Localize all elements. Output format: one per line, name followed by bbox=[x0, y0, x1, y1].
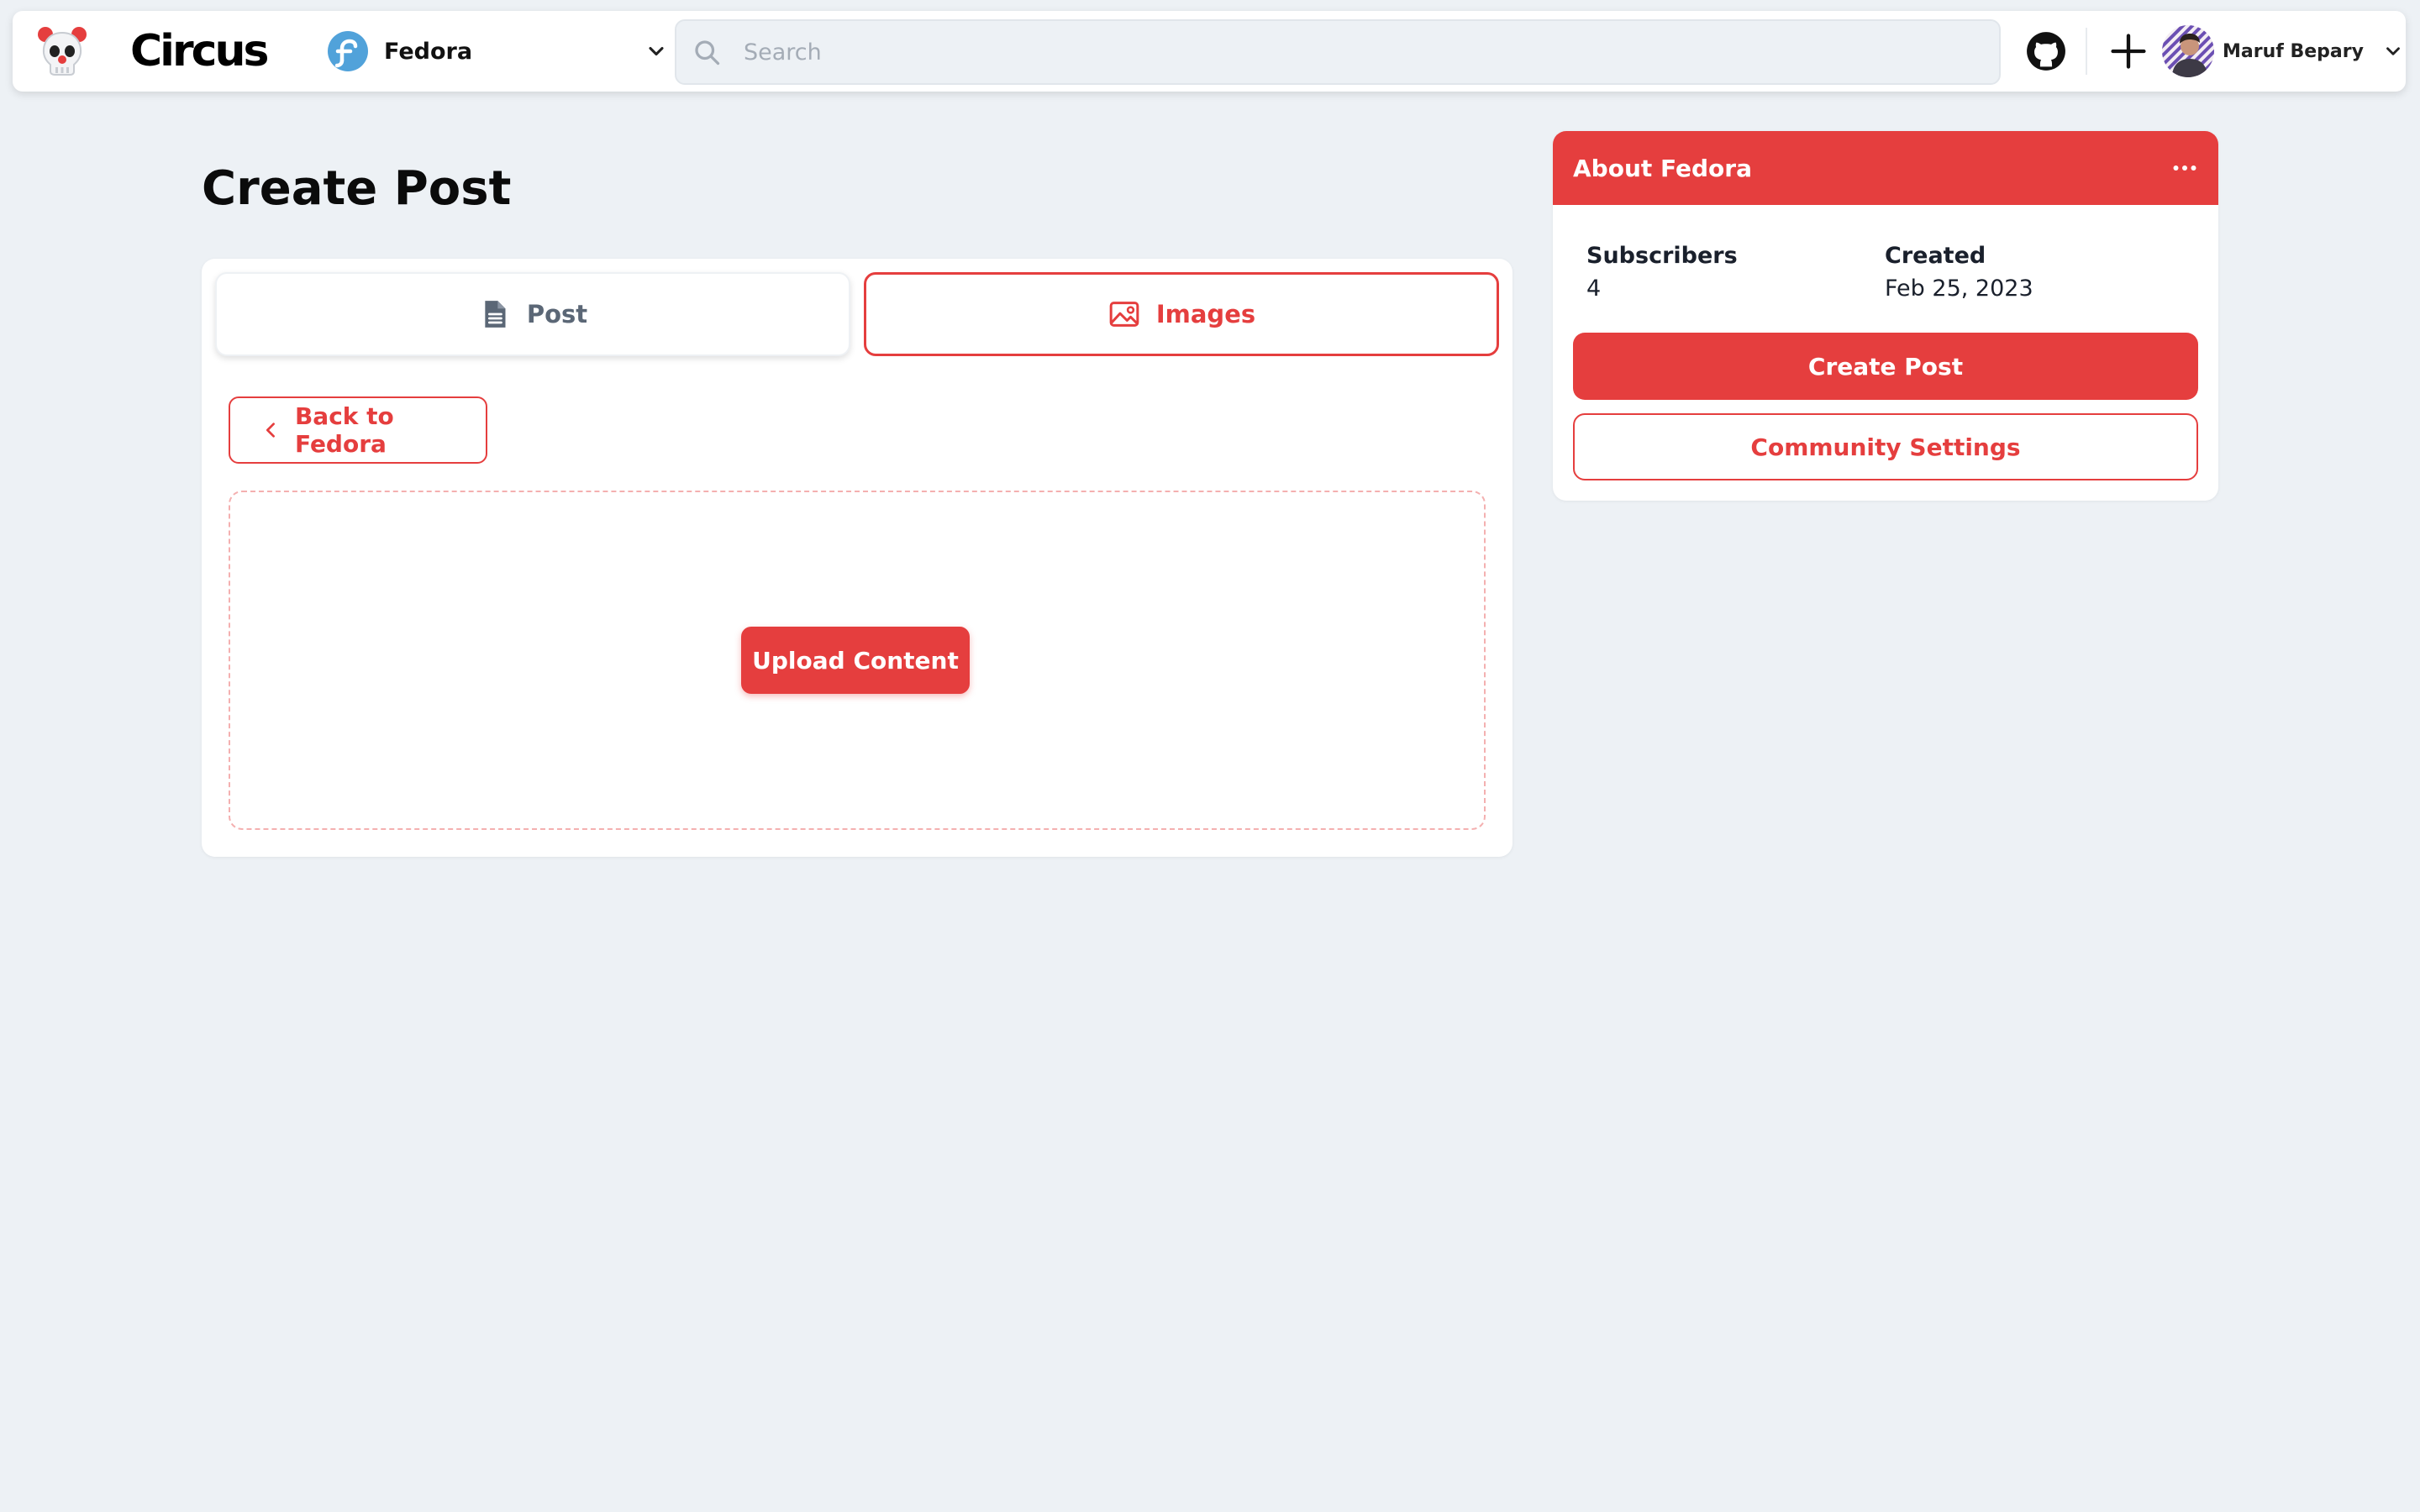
chevron-down-icon bbox=[649, 46, 664, 56]
document-icon bbox=[485, 301, 506, 328]
tab-images-label: Images bbox=[1155, 300, 1256, 328]
about-community-card: About Fedora Subscribers 4 Created Feb 2… bbox=[1553, 131, 2218, 501]
user-menu[interactable]: Maruf Bepary bbox=[2162, 23, 2400, 80]
user-name: Maruf Bepary bbox=[2223, 40, 2364, 62]
create-post-button[interactable]: Create Post bbox=[1573, 333, 2198, 400]
community-settings-button[interactable]: Community Settings bbox=[1573, 413, 2198, 480]
subscribers-stat: Subscribers 4 bbox=[1586, 240, 1738, 306]
subscribers-label: Subscribers bbox=[1586, 243, 1738, 269]
chevron-down-icon bbox=[2386, 47, 2400, 55]
created-date: Feb 25, 2023 bbox=[1885, 276, 2033, 302]
image-icon bbox=[1109, 302, 1139, 327]
top-navbar: Circus Fedora Search Maruf Bepary bbox=[13, 11, 2406, 92]
user-avatar bbox=[2162, 25, 2214, 77]
clown-skull-icon[interactable] bbox=[34, 23, 90, 78]
community-name: Fedora bbox=[384, 38, 473, 65]
subscribers-count: 4 bbox=[1586, 276, 1602, 302]
create-post-card: Post Images Back to Fedora Upload Conten… bbox=[202, 259, 1512, 857]
about-header: About Fedora bbox=[1553, 131, 2218, 205]
tab-images[interactable]: Images bbox=[864, 272, 1499, 356]
created-stat: Created Feb 25, 2023 bbox=[1885, 240, 2033, 306]
tab-post-label: Post bbox=[526, 300, 588, 328]
plus-icon[interactable] bbox=[2107, 29, 2150, 73]
chevron-left-icon bbox=[266, 423, 275, 438]
about-title: About Fedora bbox=[1573, 154, 1752, 182]
upload-content-button[interactable]: Upload Content bbox=[741, 627, 970, 694]
tab-post[interactable]: Post bbox=[215, 272, 850, 356]
back-button-label: Back to Fedora bbox=[294, 402, 394, 458]
search-icon bbox=[695, 40, 720, 66]
community-selector[interactable]: Fedora bbox=[315, 26, 668, 76]
upload-dropzone[interactable]: Upload Content bbox=[229, 491, 1486, 830]
github-icon[interactable] bbox=[2025, 30, 2067, 72]
brand-name[interactable]: Circus bbox=[130, 28, 269, 75]
fedora-icon bbox=[328, 31, 368, 71]
search-input[interactable] bbox=[744, 39, 1962, 66]
created-label: Created bbox=[1885, 243, 1986, 269]
more-horizontal-icon[interactable] bbox=[2170, 153, 2200, 183]
nav-divider bbox=[2086, 28, 2087, 75]
page-title: Create Post bbox=[202, 161, 512, 216]
search-bar bbox=[675, 19, 2001, 85]
back-to-community-button[interactable]: Back to Fedora bbox=[229, 396, 487, 464]
